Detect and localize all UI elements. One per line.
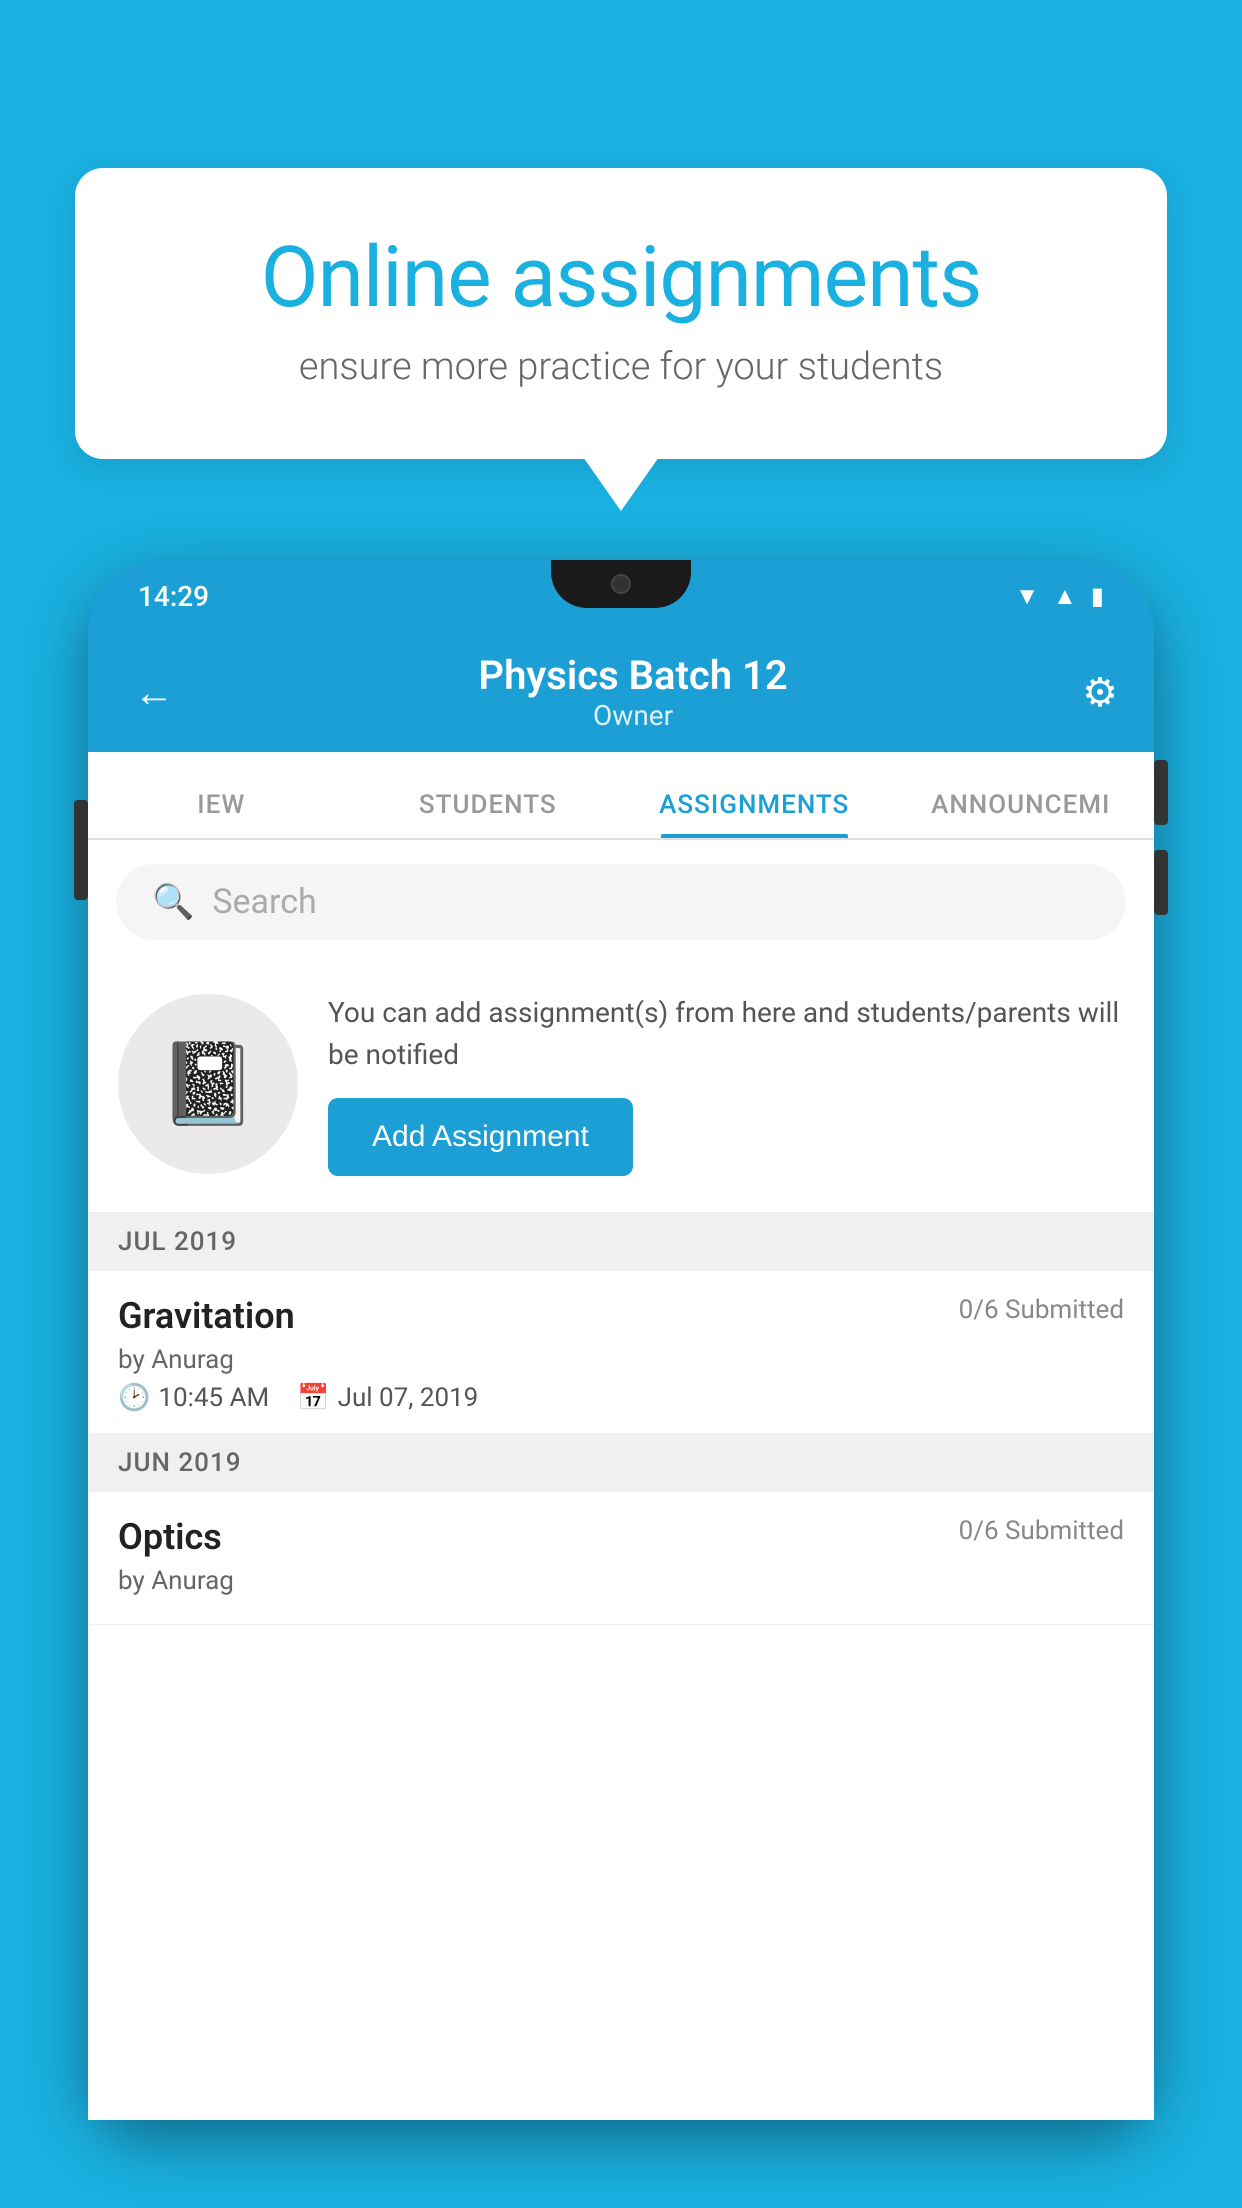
- assignment-by-optics: by Anurag: [118, 1566, 1124, 1596]
- screen-content: 🔍 Search 📓 You can add assignment(s) fro…: [88, 840, 1154, 2120]
- section-header-jun: JUN 2019: [88, 1434, 1154, 1492]
- add-section-text: You can add assignment(s) from here and …: [328, 992, 1124, 1176]
- bubble-subtitle: ensure more practice for your students: [145, 345, 1097, 389]
- assignment-by-gravitation: by Anurag: [118, 1345, 1124, 1375]
- tab-students[interactable]: STUDENTS: [355, 790, 622, 838]
- app-header: ← Physics Batch 12 Owner ⚙: [88, 632, 1154, 752]
- time-value-gravitation: 10:45 AM: [158, 1383, 269, 1413]
- power-button[interactable]: [74, 800, 88, 900]
- assignment-name-optics: Optics: [118, 1516, 222, 1558]
- signal-icon: ▲: [1053, 582, 1077, 611]
- header-subtitle: Owner: [478, 699, 787, 732]
- front-camera: [611, 574, 631, 594]
- notebook-icon: 📓: [158, 1037, 258, 1131]
- battery-icon: ▮: [1091, 582, 1104, 610]
- assignment-item-top: Gravitation 0/6 Submitted: [118, 1295, 1124, 1337]
- wifi-icon: ▼: [1015, 582, 1039, 611]
- back-button[interactable]: ←: [124, 659, 184, 726]
- time-entry-gravitation: 🕑 10:45 AM: [118, 1383, 269, 1413]
- add-assignment-button[interactable]: Add Assignment: [328, 1098, 633, 1176]
- date-value-gravitation: Jul 07, 2019: [338, 1383, 479, 1413]
- tab-bar: IEW STUDENTS ASSIGNMENTS ANNOUNCEMI: [88, 752, 1154, 840]
- clock-icon: 🕑: [118, 1383, 150, 1413]
- add-section-description: You can add assignment(s) from here and …: [328, 992, 1124, 1076]
- assignment-name-gravitation: Gravitation: [118, 1295, 295, 1337]
- assignment-item-optics[interactable]: Optics 0/6 Submitted by Anurag: [88, 1492, 1154, 1625]
- search-bar[interactable]: 🔍 Search: [116, 864, 1126, 940]
- calendar-icon: 📅: [297, 1383, 329, 1413]
- speech-bubble: Online assignments ensure more practice …: [75, 168, 1167, 459]
- search-placeholder: Search: [212, 882, 316, 922]
- assignment-item-top-optics: Optics 0/6 Submitted: [118, 1516, 1124, 1558]
- phone-notch: [551, 560, 691, 608]
- status-time: 14:29: [138, 580, 209, 613]
- date-entry-gravitation: 📅 Jul 07, 2019: [297, 1383, 478, 1413]
- assignment-item-gravitation[interactable]: Gravitation 0/6 Submitted by Anurag 🕑 10…: [88, 1271, 1154, 1434]
- section-header-jul: JUL 2019: [88, 1213, 1154, 1271]
- assignment-time-date-gravitation: 🕑 10:45 AM 📅 Jul 07, 2019: [118, 1383, 1124, 1413]
- gear-icon[interactable]: ⚙: [1082, 669, 1118, 716]
- volume-down-button[interactable]: [1154, 850, 1168, 915]
- tab-announcements[interactable]: ANNOUNCEMI: [888, 790, 1155, 838]
- status-bar: 14:29 ▼ ▲ ▮: [88, 560, 1154, 632]
- phone-outer: 14:29 ▼ ▲ ▮ ← Physics Batch 12 Owner ⚙ I…: [88, 560, 1154, 2120]
- assignment-submitted-gravitation: 0/6 Submitted: [959, 1295, 1124, 1325]
- status-icons: ▼ ▲ ▮: [1015, 582, 1104, 611]
- bubble-title: Online assignments: [145, 228, 1097, 327]
- header-title: Physics Batch 12: [478, 652, 787, 699]
- phone-wrapper: 14:29 ▼ ▲ ▮ ← Physics Batch 12 Owner ⚙ I…: [88, 560, 1154, 2208]
- tab-assignments[interactable]: ASSIGNMENTS: [621, 790, 888, 838]
- tab-iew[interactable]: IEW: [88, 790, 355, 838]
- header-center: Physics Batch 12 Owner: [478, 652, 787, 732]
- volume-up-button[interactable]: [1154, 760, 1168, 825]
- assignment-icon-circle: 📓: [118, 994, 298, 1174]
- assignment-submitted-optics: 0/6 Submitted: [959, 1516, 1124, 1546]
- add-section: 📓 You can add assignment(s) from here an…: [88, 964, 1154, 1213]
- search-icon: 🔍: [152, 882, 194, 922]
